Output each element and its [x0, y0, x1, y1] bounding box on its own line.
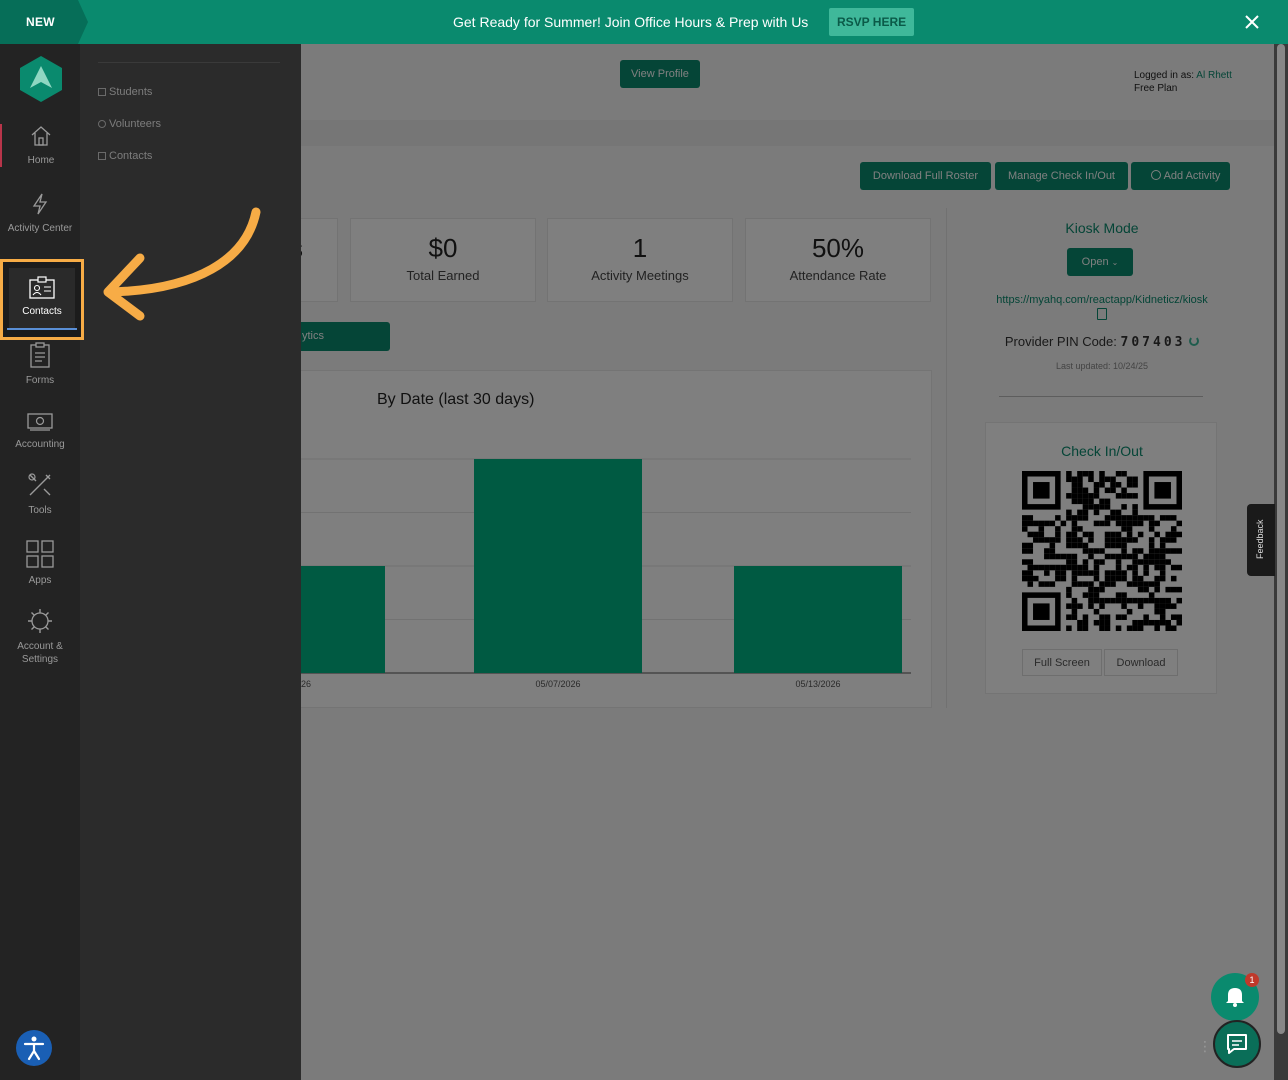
sidebar-item-label: Home	[27, 155, 55, 166]
sidebar-item-accounting[interactable]: Accounting	[0, 412, 80, 451]
submenu-label: Students	[109, 86, 153, 98]
sidebar-item-activity-center[interactable]: Activity Center	[0, 192, 80, 235]
sidebar-item-label: Account & Settings	[17, 641, 63, 665]
sidebar-item-account-settings[interactable]: Account & Settings	[0, 608, 80, 666]
submenu-item-volunteers[interactable]: Volunteers	[98, 118, 161, 130]
tools-icon	[28, 473, 51, 496]
sidebar-item-label: Tools	[28, 505, 52, 516]
chat-icon	[1227, 1034, 1247, 1054]
notifications-button[interactable]: 1	[1211, 973, 1259, 1021]
divider	[98, 62, 280, 63]
sidebar: Home Activity Center Forms Accounting To…	[0, 44, 80, 1080]
sidebar-item-label: Activity Center	[7, 223, 73, 234]
feedback-tab[interactable]: Feedback	[1247, 504, 1275, 576]
sidebar-item-forms[interactable]: Forms	[0, 342, 80, 387]
sidebar-item-label: Contacts	[22, 306, 62, 317]
sidebar-item-label: Accounting	[15, 439, 65, 450]
submenu-label: Volunteers	[109, 118, 161, 130]
contacts-list-icon	[98, 152, 106, 160]
clipboard-icon	[30, 342, 50, 368]
contact-card-icon	[29, 276, 55, 299]
submenu-label: Contacts	[109, 150, 153, 162]
apps-grid-icon	[26, 540, 54, 568]
accessibility-icon	[23, 1036, 45, 1061]
chat-button[interactable]	[1213, 1020, 1261, 1068]
sidebar-item-tools[interactable]: Tools	[0, 472, 80, 517]
students-icon	[98, 88, 106, 96]
notification-badge: 1	[1245, 973, 1259, 987]
gear-icon	[28, 609, 52, 633]
submenu-item-contacts[interactable]: Contacts	[98, 150, 152, 162]
feedback-label: Feedback	[1255, 519, 1265, 559]
rsvp-button[interactable]: RSVP HERE	[829, 8, 915, 36]
submenu-item-students[interactable]: Students	[98, 86, 152, 98]
banner-message: Get Ready for Summer! Join Office Hours …	[453, 14, 809, 30]
callout-arrow-icon	[103, 207, 261, 321]
lightning-icon	[32, 193, 48, 215]
sidebar-item-apps[interactable]: Apps	[0, 540, 80, 587]
drag-handle-icon[interactable]: ⋮⋮	[1198, 1038, 1226, 1054]
close-icon[interactable]	[1242, 12, 1262, 32]
sidebar-item-home[interactable]: Home	[0, 124, 80, 167]
scrollbar-thumb[interactable]	[1277, 44, 1285, 1034]
accessibility-button[interactable]	[16, 1030, 52, 1066]
sidebar-item-contacts[interactable]: Contacts	[0, 259, 84, 340]
sidebar-item-label: Apps	[28, 575, 52, 586]
sidebar-item-label: Forms	[25, 375, 55, 386]
volunteers-icon	[98, 120, 106, 128]
cash-icon	[27, 413, 53, 431]
home-icon	[31, 126, 51, 146]
active-underline	[7, 328, 77, 330]
announcement-banner: NEW Get Ready for Summer! Join Office Ho…	[0, 0, 1288, 44]
new-tag: NEW	[0, 0, 88, 44]
app-logo[interactable]	[20, 56, 62, 102]
